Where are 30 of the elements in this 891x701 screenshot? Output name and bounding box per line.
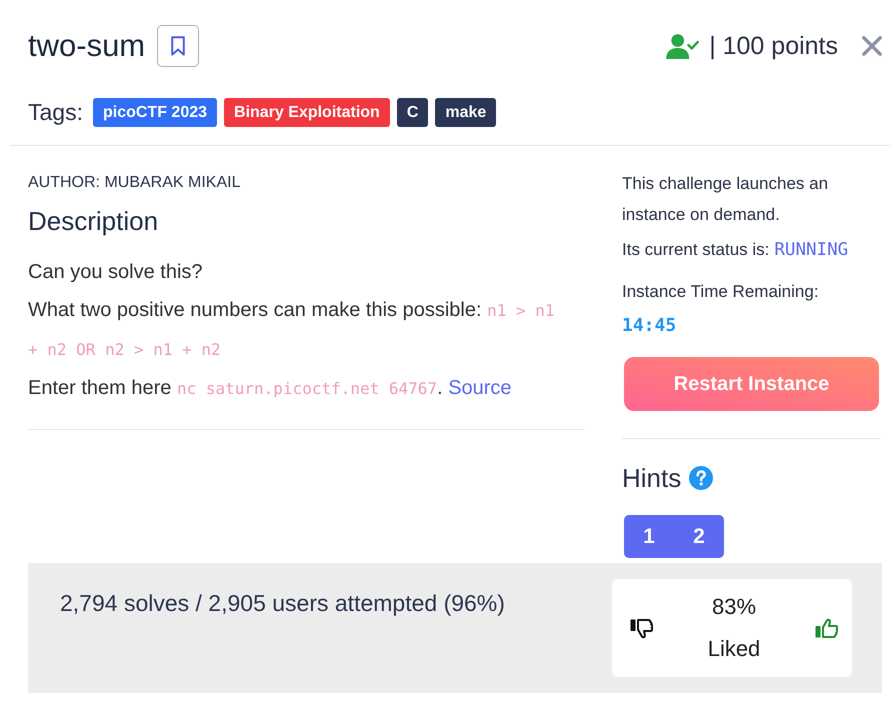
tags-label: Tags: xyxy=(28,99,83,126)
hints-heading: Hints xyxy=(622,462,682,494)
status-label: Its current status is: xyxy=(622,240,770,259)
time-remaining-value: 14:45 xyxy=(622,314,678,338)
thumbs-down-icon[interactable] xyxy=(630,618,653,638)
source-link[interactable]: Source xyxy=(448,377,512,399)
tag: picoCTF 2023 xyxy=(92,98,218,127)
status-value: RUNNING xyxy=(774,240,848,260)
tag: C xyxy=(396,98,428,127)
instance-info-text: This challenge launches an instance on demand. xyxy=(622,173,830,226)
description-paragraph: Enter them here nc saturn.picoctf.net 64767. Source xyxy=(28,376,513,401)
hint-button[interactable]: 1 xyxy=(624,515,674,558)
time-remaining-label: Instance Time Remaining: xyxy=(622,281,820,303)
question-mark-icon xyxy=(689,466,714,490)
points-text: | 100 points xyxy=(709,31,838,62)
challenge-title: two-sum xyxy=(28,27,146,65)
description-heading: Description xyxy=(28,205,160,237)
author-text: AUTHOR: MUBARAK MIKAIL xyxy=(28,173,242,193)
bookmark-button[interactable] xyxy=(157,25,200,67)
close-icon xyxy=(862,36,882,56)
tag: Binary Exploitation xyxy=(224,98,390,127)
liked-percent: 83% xyxy=(712,593,756,621)
restart-instance-button[interactable]: Restart Instance xyxy=(624,357,879,411)
tag: make xyxy=(435,98,496,127)
close-button[interactable] xyxy=(862,36,882,56)
hint-button[interactable]: 2 xyxy=(674,515,724,558)
thumbs-up-icon[interactable] xyxy=(815,618,838,638)
solves-text: 2,794 solves / 2,905 users attempted (96%) xyxy=(60,589,505,617)
description-paragraph: Can you solve this? xyxy=(28,260,204,285)
liked-label: Liked xyxy=(708,635,760,663)
